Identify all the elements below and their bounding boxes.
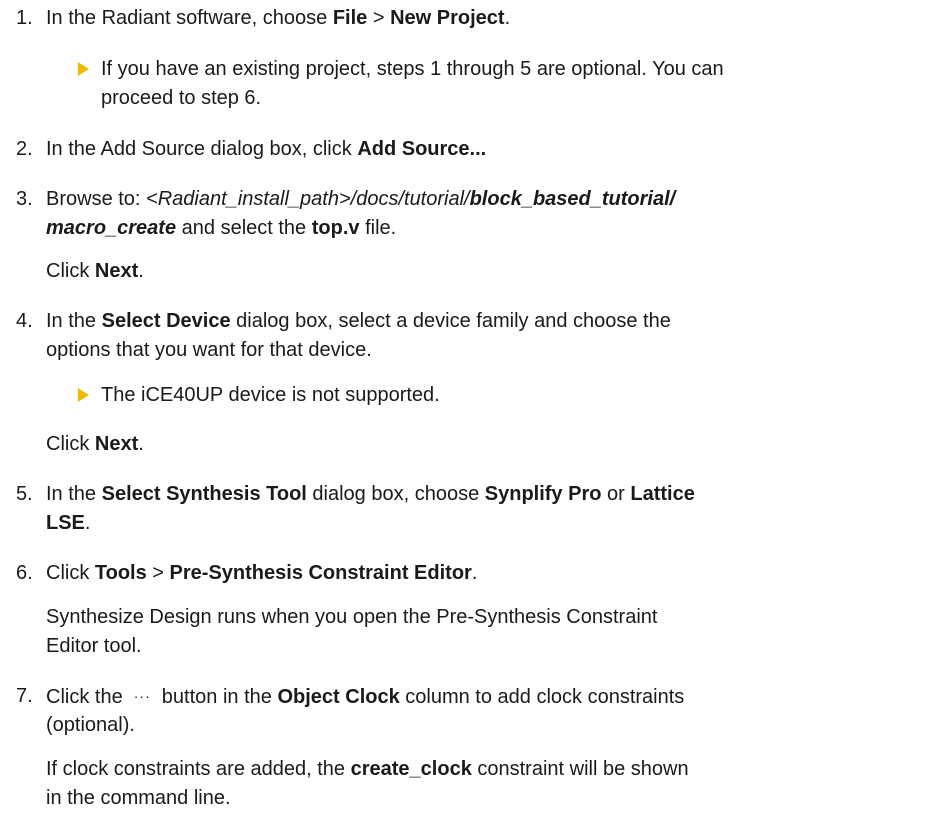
step-text: options that you want for that device. bbox=[46, 339, 372, 361]
macro-folder: macro_create bbox=[46, 217, 177, 239]
step-number: 5. bbox=[16, 483, 33, 505]
note-text: If you have an existing project, steps 1… bbox=[101, 58, 724, 80]
step-text: Click the ··· button in the Object Clock… bbox=[46, 686, 685, 708]
step-number: 4. bbox=[16, 310, 33, 332]
step-text: macro_create and select the top.v file. bbox=[46, 217, 397, 239]
step-text: In the Select Device dialog box, select … bbox=[46, 310, 671, 332]
step-text: In the Select Synthesis Tool dialog box,… bbox=[46, 483, 695, 505]
step-number: 1. bbox=[16, 7, 33, 29]
step-text: Browse to: <Radiant_install_path>/docs/t… bbox=[46, 188, 676, 210]
next-label: Next bbox=[94, 433, 139, 455]
add-source-label: Add Source... bbox=[357, 138, 487, 160]
note-text: proceed to step 6. bbox=[101, 87, 262, 109]
object-clock-label: Object Clock bbox=[277, 686, 400, 708]
lse-label: LSE bbox=[46, 512, 85, 534]
step-number: 7. bbox=[16, 685, 33, 707]
select-device-label: Select Device bbox=[101, 310, 231, 332]
create-clock-label: create_clock bbox=[350, 758, 472, 780]
note-arrow-icon bbox=[78, 388, 89, 402]
menu-tools: Tools bbox=[94, 562, 147, 584]
step-number: 3. bbox=[16, 188, 33, 210]
tutorial-folder: block_based_tutorial/ bbox=[469, 188, 676, 210]
step-text: LSE. bbox=[46, 512, 91, 534]
menu-new-project: New Project bbox=[390, 7, 505, 29]
step-text: (optional). bbox=[46, 714, 135, 736]
menu-file: File bbox=[332, 7, 368, 29]
step-text: Click Tools > Pre-Synthesis Constraint E… bbox=[46, 562, 478, 584]
menu-pre-synthesis-constraint-editor: Pre-Synthesis Constraint Editor bbox=[169, 562, 472, 584]
document-page: 1. In the Radiant software, choose File … bbox=[0, 0, 929, 831]
step-text: Click Next. bbox=[46, 433, 144, 455]
note-arrow-icon bbox=[78, 62, 89, 76]
step-text: in the command line. bbox=[46, 787, 231, 809]
select-synthesis-tool-label: Select Synthesis Tool bbox=[101, 483, 307, 505]
step-number: 6. bbox=[16, 562, 33, 584]
synplify-pro-label: Synplify Pro bbox=[484, 483, 602, 505]
step-text: Editor tool. bbox=[46, 635, 142, 657]
next-label: Next bbox=[94, 260, 139, 282]
step-text: In the Add Source dialog box, click Add … bbox=[46, 138, 487, 160]
step-text: Synthesize Design runs when you open the… bbox=[46, 606, 658, 628]
lattice-label: Lattice bbox=[630, 483, 695, 505]
file-name: top.v bbox=[311, 217, 360, 239]
step-text: If clock constraints are added, the crea… bbox=[46, 758, 689, 780]
step-number: 2. bbox=[16, 138, 33, 160]
note-text: The iCE40UP device is not supported. bbox=[101, 384, 440, 406]
step-text: In the Radiant software, choose File > N… bbox=[46, 7, 511, 29]
ellipsis-button-icon: ··· bbox=[133, 688, 151, 704]
step-text: Click Next. bbox=[46, 260, 144, 282]
install-path: <Radiant_install_path>/docs/tutorial/ bbox=[146, 188, 470, 210]
